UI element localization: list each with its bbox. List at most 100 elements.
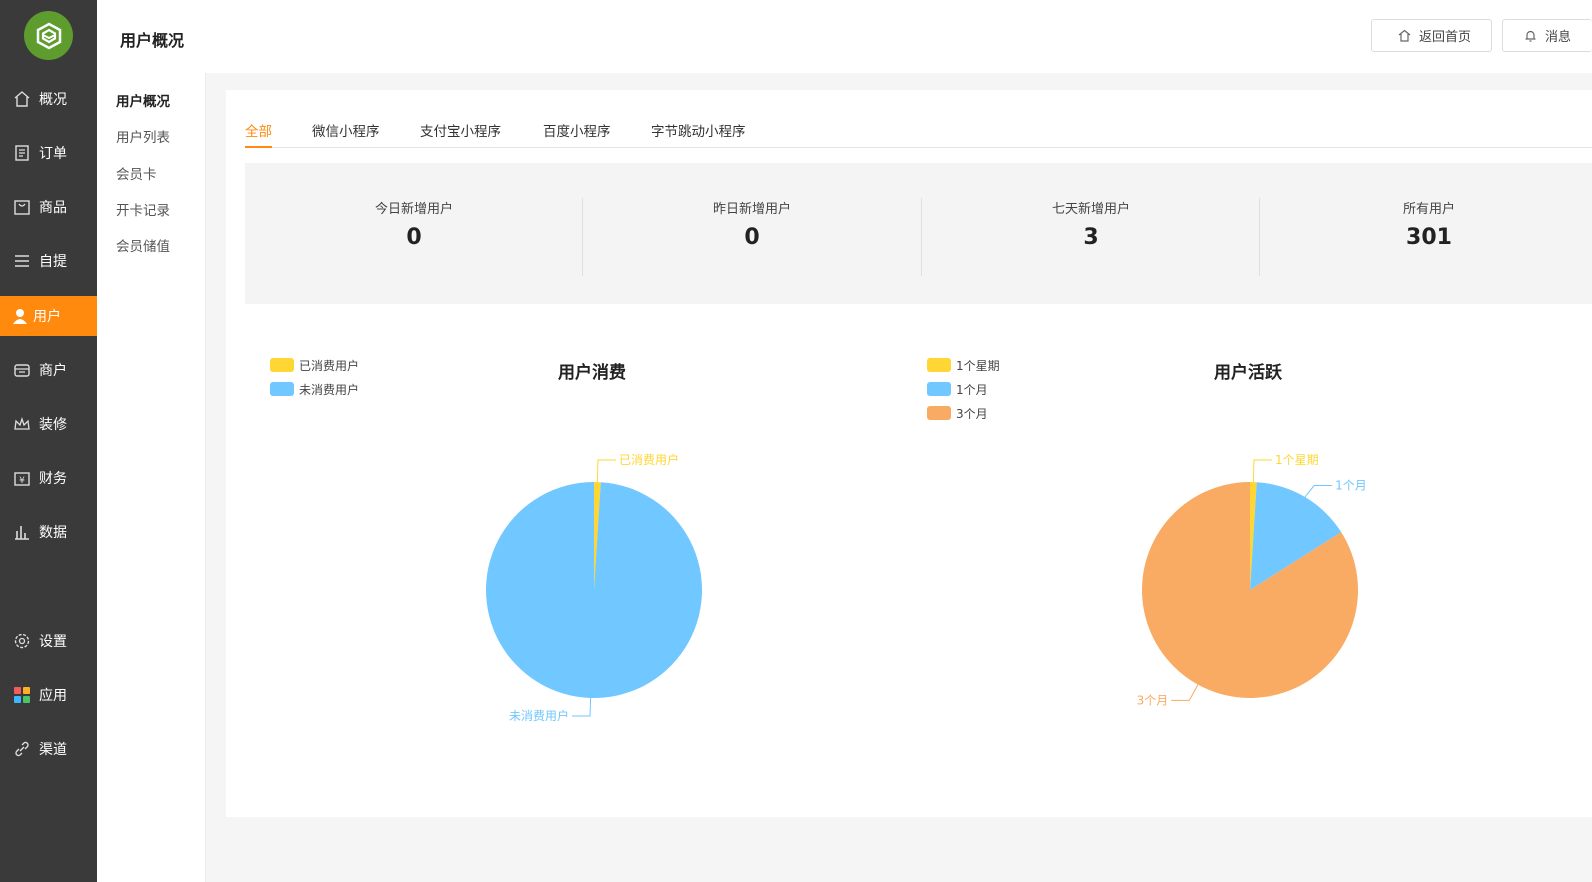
slice-label: 3个月 — [1137, 693, 1169, 707]
menu-icon — [13, 252, 31, 270]
nav-item-decoration[interactable]: 装修 — [0, 404, 97, 444]
subnav-item-user-overview[interactable]: 用户概况 — [116, 90, 170, 110]
message-button-label: 消息 — [1545, 30, 1572, 45]
bag-icon — [13, 198, 31, 216]
message-button[interactable]: 消息 — [1502, 19, 1592, 52]
stats-panel: 今日新增用户 0 昨日新增用户 0 七天新增用户 3 所有用户 301 — [245, 163, 1592, 304]
logo-icon — [36, 22, 61, 49]
home-icon — [13, 90, 31, 108]
order-icon — [13, 144, 31, 162]
legend-item[interactable]: 1个星期 — [927, 353, 1000, 377]
tab-wechat[interactable]: 微信小程序 — [312, 120, 380, 148]
stat-label: 七天新增用户 — [1051, 202, 1130, 217]
stat-value: 301 — [1406, 225, 1452, 250]
legend-swatch — [927, 406, 951, 420]
subnav-item-card-records[interactable]: 开卡记录 — [116, 199, 170, 219]
nav-label: 设置 — [39, 634, 67, 650]
slice-leader-line — [572, 697, 592, 717]
legend-swatch — [927, 358, 951, 372]
legend-label: 未消费用户 — [299, 382, 360, 397]
slice-leader-line — [1304, 485, 1333, 498]
crown-icon — [13, 415, 31, 433]
legend-label: 1个月 — [956, 382, 988, 397]
subnav-item-member-recharge[interactable]: 会员储值 — [116, 235, 170, 255]
nav-label: 应用 — [39, 688, 67, 704]
activity-legend: 1个星期 1个月 3个月 — [927, 353, 1000, 425]
stat-today-new: 今日新增用户 0 — [245, 198, 583, 250]
legend-item[interactable]: 已消费用户 — [270, 353, 359, 377]
legend-swatch — [270, 382, 294, 396]
tab-alipay[interactable]: 支付宝小程序 — [420, 120, 501, 148]
stat-label: 今日新增用户 — [374, 202, 453, 217]
nav-label: 财务 — [39, 471, 67, 487]
home-icon — [1398, 29, 1411, 42]
nav-label: 订单 — [39, 146, 67, 162]
nav-item-apps[interactable]: 应用 — [0, 675, 97, 715]
bar-chart-icon — [13, 523, 31, 541]
legend-swatch — [927, 382, 951, 396]
stat-value: 0 — [744, 225, 760, 250]
stat-seven-day-new: 七天新增用户 3 — [922, 198, 1260, 250]
stat-label: 所有用户 — [1402, 202, 1455, 217]
sub-sidebar: 用户概况 用户列表 会员卡 开卡记录 会员储值 — [97, 73, 206, 882]
slice-leader-line — [596, 459, 616, 483]
link-icon — [13, 740, 31, 758]
nav-item-orders[interactable]: 订单 — [0, 133, 97, 173]
nav-label: 商品 — [39, 200, 67, 216]
home-button[interactable]: 返回首页 — [1371, 19, 1492, 52]
store-icon — [13, 361, 31, 379]
page-title: 用户概况 — [120, 31, 185, 50]
nav-label: 商户 — [39, 363, 67, 379]
slice-leader-line — [1252, 459, 1272, 483]
stat-yesterday-new: 昨日新增用户 0 — [583, 198, 921, 250]
svg-text:¥: ¥ — [19, 476, 25, 486]
legend-item[interactable]: 1个月 — [927, 377, 1000, 401]
legend-label: 已消费用户 — [299, 358, 360, 373]
consumption-chart-title: 用户消费 — [558, 363, 626, 383]
subnav-item-member-card[interactable]: 会员卡 — [116, 163, 157, 183]
app-root: 概况 订单 商品 自提 用户 商户 装修 ¥ 财务 数据 设置 应用 渠道 用户… — [0, 0, 1592, 882]
stat-value: 0 — [406, 225, 422, 250]
slice-label: 1个星期 — [1275, 453, 1319, 467]
user-icon — [13, 307, 27, 325]
legend-label: 3个月 — [956, 406, 988, 421]
tab-all[interactable]: 全部 — [245, 120, 272, 148]
legend-item[interactable]: 未消费用户 — [270, 377, 359, 401]
legend-label: 1个星期 — [956, 358, 1000, 373]
tab-baidu[interactable]: 百度小程序 — [543, 120, 611, 148]
consumption-pie-chart: 已消费用户未消费用户 — [486, 452, 702, 723]
main-content-card: 全部 微信小程序 支付宝小程序 百度小程序 字节跳动小程序 今日新增用户 0 昨… — [226, 90, 1592, 817]
app-logo[interactable] — [24, 11, 73, 60]
slice-leader-line — [1171, 684, 1199, 701]
nav-item-merchants[interactable]: 商户 — [0, 350, 97, 390]
legend-item[interactable]: 3个月 — [927, 401, 1000, 425]
nav-label: 渠道 — [39, 742, 67, 758]
subnav-item-user-list[interactable]: 用户列表 — [116, 126, 170, 146]
nav-item-settings[interactable]: 设置 — [0, 621, 97, 661]
nav-item-users[interactable]: 用户 — [0, 296, 97, 336]
platform-tabs: 全部 微信小程序 支付宝小程序 百度小程序 字节跳动小程序 — [245, 120, 1592, 148]
slice-label: 已消费用户 — [619, 452, 679, 467]
activity-pie-chart: 1个星期 1个月 3个月 — [1137, 453, 1367, 707]
activity-chart-title: 用户活跃 — [1214, 363, 1282, 383]
slice-label: 1个月 — [1335, 479, 1367, 493]
bell-icon — [1524, 29, 1537, 42]
stat-value: 3 — [1083, 225, 1099, 250]
stat-label: 昨日新增用户 — [712, 202, 791, 217]
nav-item-channels[interactable]: 渠道 — [0, 729, 97, 769]
apps-icon — [13, 686, 31, 704]
consumption-legend: 已消费用户 未消费用户 — [270, 353, 359, 401]
slice-label: 未消费用户 — [509, 708, 569, 723]
nav-item-finance[interactable]: ¥ 财务 — [0, 458, 97, 498]
nav-item-products[interactable]: 商品 — [0, 187, 97, 227]
nav-item-data[interactable]: 数据 — [0, 512, 97, 552]
legend-swatch — [270, 358, 294, 372]
nav-item-pickup[interactable]: 自提 — [0, 241, 97, 281]
pie-slice[interactable] — [486, 482, 702, 698]
nav-item-overview[interactable]: 概况 — [0, 79, 97, 119]
nav-label: 数据 — [39, 525, 67, 541]
main-sidebar: 概况 订单 商品 自提 用户 商户 装修 ¥ 财务 数据 设置 应用 渠道 — [0, 0, 97, 882]
tab-bytedance[interactable]: 字节跳动小程序 — [651, 120, 746, 148]
stat-all-users: 所有用户 301 — [1260, 198, 1592, 250]
nav-label: 概况 — [39, 92, 67, 108]
